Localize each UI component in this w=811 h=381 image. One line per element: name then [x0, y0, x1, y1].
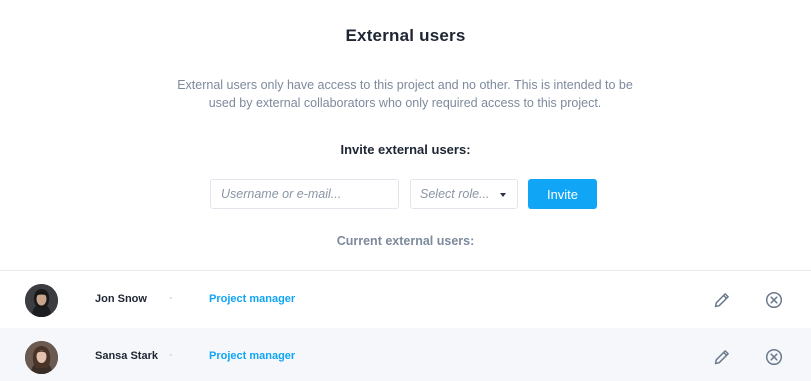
user-row: Jon Snow · Project manager: [0, 271, 811, 328]
page-description: External users only have access to this …: [177, 78, 633, 110]
page-title: External users: [345, 26, 466, 45]
user-role-link[interactable]: Project manager: [209, 350, 295, 362]
user-name: Jon Snow: [95, 293, 147, 305]
external-users-list: Jon Snow · Project manager Sansa Stark ·…: [0, 270, 811, 381]
close-circle-icon[interactable]: [764, 290, 784, 310]
current-users-heading: Current external users:: [336, 234, 475, 248]
avatar: [25, 284, 58, 317]
role-select[interactable]: Select role...: [410, 179, 518, 209]
pencil-icon[interactable]: [712, 290, 732, 310]
user-role-link[interactable]: Project manager: [209, 293, 295, 305]
user-row: Sansa Stark · Project manager: [0, 328, 811, 381]
invite-button[interactable]: Invite: [528, 179, 597, 209]
role-select-value: Select role...: [420, 187, 490, 201]
pencil-icon[interactable]: [712, 347, 732, 367]
avatar: [25, 341, 58, 374]
user-name: Sansa Stark: [95, 350, 158, 362]
username-email-input[interactable]: [210, 179, 399, 209]
caret-down-icon: [500, 193, 506, 197]
separator-dot: ·: [169, 349, 173, 361]
close-circle-icon[interactable]: [764, 347, 784, 367]
invite-heading: Invite external users:: [340, 142, 471, 157]
separator-dot: ·: [169, 292, 173, 304]
